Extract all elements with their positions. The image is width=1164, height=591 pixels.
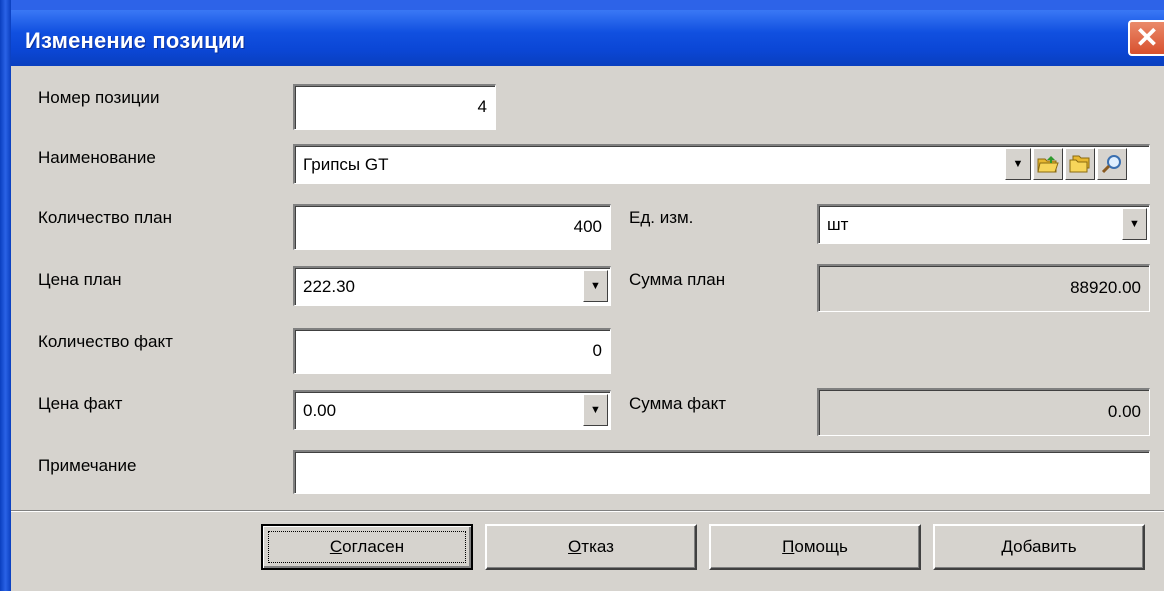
add-label: обавить — [1013, 537, 1077, 556]
open-catalog-button[interactable] — [1033, 148, 1063, 180]
qty-plan-input[interactable]: 400 — [293, 204, 611, 250]
price-fact-label: Цена факт — [38, 394, 123, 413]
title-bar[interactable]: Изменение позиции ✕ — [11, 10, 1164, 66]
chevron-down-icon: ▼ — [590, 280, 601, 292]
qty-fact-input[interactable]: 0 — [293, 328, 611, 374]
qty-plan-label: Количество план — [38, 208, 172, 227]
name-dropdown-button[interactable]: ▼ — [1005, 148, 1031, 180]
price-plan-dropdown-button[interactable]: ▼ — [583, 270, 608, 302]
dropdown-arrow-icon: ▼ — [1012, 158, 1024, 170]
position-number-input[interactable]: 4 — [293, 84, 496, 130]
unit-label: Ед. изм. — [629, 208, 694, 227]
price-fact-value: 0.00 — [303, 401, 337, 420]
ok-button[interactable]: Согласен — [261, 524, 473, 570]
folders-button[interactable] — [1065, 148, 1095, 180]
note-input[interactable] — [293, 450, 1150, 494]
price-plan-value: 222.30 — [303, 277, 355, 296]
sum-fact-label: Сумма факт — [629, 394, 726, 413]
chevron-down-icon: ▼ — [1129, 218, 1140, 230]
dialog-body: Номер позиции 4 Наименование Грипсы GT ▼ — [11, 66, 1164, 591]
chevron-down-icon: ▼ — [590, 404, 601, 416]
help-button[interactable]: Помощь — [709, 524, 921, 570]
cancel-mnemonic: О — [568, 537, 582, 556]
unit-value: шт — [827, 215, 849, 234]
focus-rect — [268, 531, 466, 563]
qty-fact-label: Количество факт — [38, 332, 173, 351]
close-icon: ✕ — [1135, 22, 1159, 53]
add-button[interactable]: Добавить — [933, 524, 1145, 570]
help-label: омощь — [794, 537, 848, 556]
window-frame-left — [0, 0, 11, 591]
position-number-label: Номер позиции — [38, 88, 160, 107]
cancel-label: тказ — [581, 537, 614, 556]
unit-select[interactable]: шт ▼ — [817, 204, 1150, 244]
folders-icon — [1069, 155, 1090, 173]
price-plan-label: Цена план — [38, 270, 122, 289]
add-mnemonic: Д — [1001, 537, 1014, 556]
name-input[interactable]: Грипсы GT ▼ — [293, 144, 1150, 184]
close-button[interactable]: ✕ — [1128, 20, 1164, 56]
sum-fact-field: 0.00 — [817, 388, 1150, 436]
name-value: Грипсы GT — [303, 155, 389, 174]
cancel-button[interactable]: Отказ — [485, 524, 697, 570]
price-fact-select[interactable]: 0.00 ▼ — [293, 390, 611, 430]
price-plan-select[interactable]: 222.30 ▼ — [293, 266, 611, 306]
window-title: Изменение позиции — [25, 28, 246, 53]
sum-plan-field: 88920.00 — [817, 264, 1150, 312]
button-separator — [11, 510, 1164, 512]
sum-plan-label: Сумма план — [629, 270, 726, 289]
price-fact-dropdown-button[interactable]: ▼ — [583, 394, 608, 426]
note-label: Примечание — [38, 456, 137, 475]
search-button[interactable] — [1097, 148, 1127, 180]
help-mnemonic: П — [782, 537, 795, 556]
unit-dropdown-button[interactable]: ▼ — [1122, 208, 1147, 240]
magnifier-icon — [1101, 155, 1121, 174]
name-label: Наименование — [38, 148, 156, 167]
folder-open-icon — [1037, 156, 1059, 173]
window-frame-top — [0, 0, 1164, 10]
